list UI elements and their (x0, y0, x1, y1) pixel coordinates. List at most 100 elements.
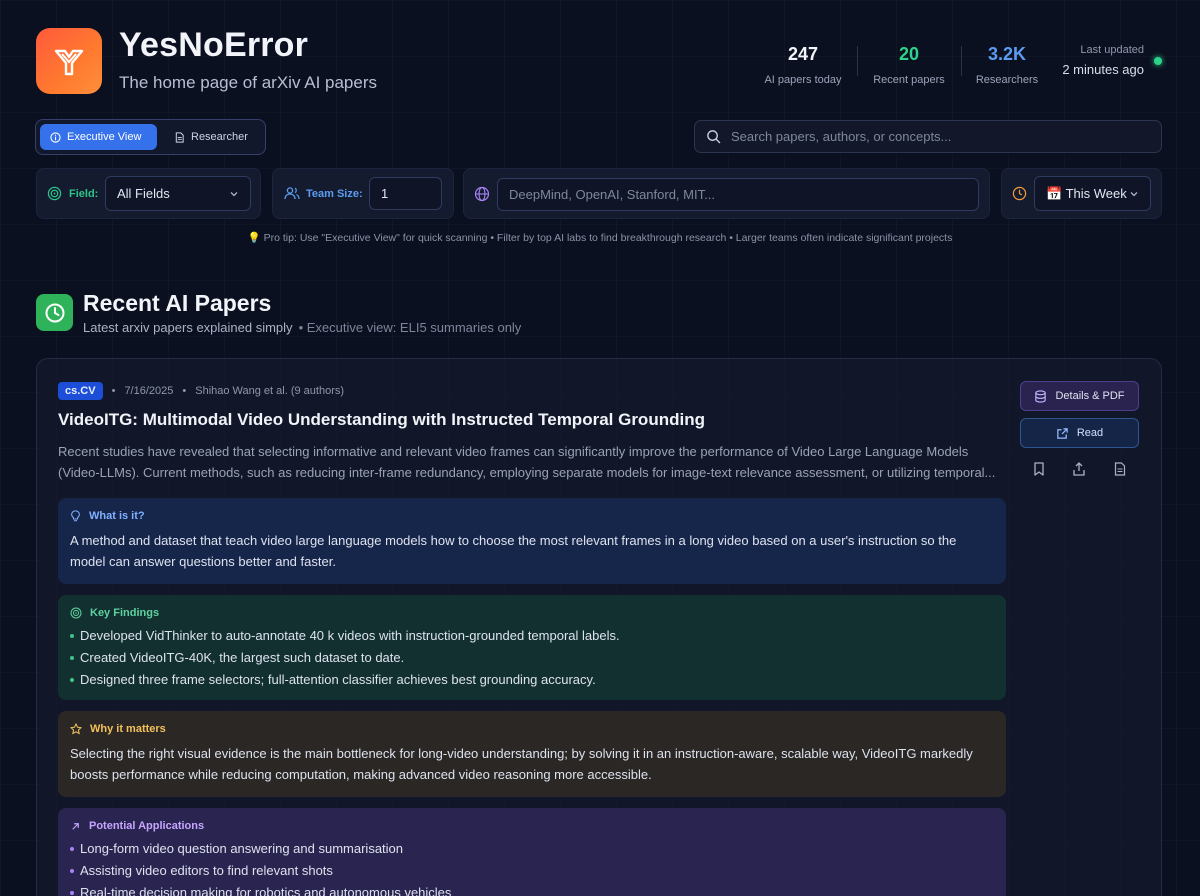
stat-divider (857, 46, 858, 76)
what-is-it-text: A method and dataset that teach video la… (70, 533, 957, 569)
stat-value: 247 (787, 44, 819, 64)
key-finding-item: Created VideoITG-40K, the largest such d… (70, 647, 994, 669)
field-select-value: All Fields (117, 186, 170, 201)
last-updated-label: Last updated (1080, 44, 1144, 56)
details-pdf-button[interactable]: Details & PDF (1020, 381, 1139, 411)
search-icon (707, 130, 721, 144)
executive-view-label: Executive View (67, 131, 142, 143)
meta-separator: • (111, 385, 116, 397)
what-is-it-title: What is it? (89, 510, 145, 522)
notes-icon[interactable] (1111, 460, 1129, 478)
target-icon (70, 607, 82, 619)
lightbulb-icon (71, 510, 80, 522)
key-findings-section: Key Findings Developed VidThinker to aut… (58, 595, 1006, 700)
last-updated-value: 2 minutes ago (1062, 62, 1144, 77)
app-logo[interactable] (36, 28, 102, 94)
database-icon (1035, 389, 1047, 403)
time-filter-panel: 📅 This Week (1001, 168, 1162, 219)
time-period-select[interactable]: 📅 This Week (1034, 176, 1151, 211)
stat-divider (961, 46, 962, 76)
document-icon (175, 131, 184, 143)
read-label: Read (1076, 427, 1104, 439)
stat-value: 20 (898, 44, 920, 64)
logo-icon (54, 49, 84, 76)
users-icon (284, 187, 300, 200)
why-it-matters-header: Why it matters (70, 723, 994, 735)
chevron-down-icon (230, 191, 238, 196)
search-bar (694, 120, 1162, 153)
meta-separator: • (182, 385, 187, 397)
application-item: Long-form video question answering and s… (70, 838, 994, 860)
app-subtitle: The home page of arXiv AI papers (119, 73, 377, 92)
stat-label: Researchers (975, 74, 1039, 86)
view-toggle: Executive View Researcher (35, 119, 266, 155)
stat-papers-today: 247 AI papers today (758, 44, 848, 86)
live-status-dot (1154, 57, 1162, 65)
arrow-up-right-icon (72, 822, 79, 830)
last-updated: Last updated 2 minutes ago (1050, 44, 1144, 77)
search-input[interactable] (731, 129, 1151, 144)
stat-value: 3.2K (987, 44, 1027, 64)
applications-title: Potential Applications (89, 820, 205, 832)
applications-list: Long-form video question answering and s… (70, 838, 994, 896)
star-icon (70, 723, 82, 735)
application-item: Real-time decision making for robotics a… (70, 882, 994, 896)
team-size-label: Team Size: (306, 188, 363, 200)
time-period-value: 📅 This Week (1046, 185, 1127, 201)
chevron-down-icon (1130, 191, 1138, 196)
clock-icon (1012, 186, 1027, 201)
paper-abstract: Recent studies have revealed that select… (58, 441, 1006, 483)
stat-researchers: 3.2K Researchers (970, 44, 1044, 86)
paper-authors: Shihao Wang et al. (9 authors) (195, 385, 345, 397)
share-icon[interactable] (1070, 460, 1088, 478)
stat-label: AI papers today (764, 74, 842, 86)
view-mode-note: • Executive view: ELI5 summaries only (298, 320, 522, 335)
stat-label: Recent papers (873, 74, 945, 86)
details-pdf-label: Details & PDF (1055, 390, 1125, 402)
key-findings-title: Key Findings (90, 607, 160, 619)
section-subtitle-text: Latest arxiv papers explained simply (83, 320, 293, 335)
researcher-view-label: Researcher (191, 131, 248, 143)
team-size-input[interactable]: 1 (369, 177, 442, 210)
key-finding-item: Designed three frame selectors; full-att… (70, 669, 994, 691)
pro-tip: 💡 Pro tip: Use "Executive View" for quic… (247, 232, 953, 244)
team-size-value: 1 (381, 186, 389, 201)
app-title: YesNoError (119, 26, 309, 64)
key-findings-header: Key Findings (70, 607, 994, 619)
globe-icon (474, 186, 490, 202)
stat-recent-papers: 20 Recent papers (866, 44, 952, 86)
why-it-matters-text: Selecting the right visual evidence is t… (70, 746, 973, 782)
category-badge[interactable]: cs.CV (58, 382, 103, 400)
organization-filter-panel: DeepMind, OpenAI, Stanford, MIT... (463, 168, 990, 219)
section-subtitle: Latest arxiv papers explained simply • Ex… (83, 320, 521, 335)
read-button[interactable]: Read (1020, 418, 1139, 448)
section-clock-icon (36, 294, 73, 331)
key-findings-list: Developed VidThinker to auto-annotate 40… (70, 625, 994, 691)
applications-header: Potential Applications (70, 820, 994, 832)
organization-input[interactable]: DeepMind, OpenAI, Stanford, MIT... (497, 178, 979, 211)
key-finding-item: Developed VidThinker to auto-annotate 40… (70, 625, 994, 647)
researcher-view-button[interactable]: Researcher (164, 124, 262, 150)
team-size-panel: Team Size: 1 (272, 168, 454, 219)
applications-section: Potential Applications Long-form video q… (58, 808, 1006, 896)
application-item: Assisting video editors to find relevant… (70, 860, 994, 882)
why-it-matters-title: Why it matters (90, 723, 166, 735)
paper-meta: cs.CV • 7/16/2025 • Shihao Wang et al. (… (58, 382, 344, 400)
abstract-line: Recent studies have revealed that select… (58, 444, 969, 459)
what-is-it-section: What is it? A method and dataset that te… (58, 498, 1006, 584)
paper-date: 7/16/2025 (124, 385, 174, 397)
abstract-line: (Video-LLMs). Current methods, such as r… (58, 465, 996, 480)
organization-placeholder: DeepMind, OpenAI, Stanford, MIT... (509, 187, 715, 202)
what-is-it-header: What is it? (70, 510, 994, 522)
clock-icon (45, 303, 64, 322)
paper-title[interactable]: VideoITG: Multimodal Video Understanding… (58, 410, 705, 430)
external-link-icon (1057, 427, 1068, 439)
bookmark-icon[interactable] (1030, 460, 1048, 478)
info-icon (50, 131, 61, 143)
field-select[interactable]: All Fields (105, 176, 251, 211)
executive-view-button[interactable]: Executive View (40, 124, 157, 150)
target-icon (47, 186, 62, 201)
section-title: Recent AI Papers (83, 290, 272, 316)
field-filter-panel: Field: All Fields (36, 168, 261, 219)
why-it-matters-section: Why it matters Selecting the right visua… (58, 711, 1006, 797)
